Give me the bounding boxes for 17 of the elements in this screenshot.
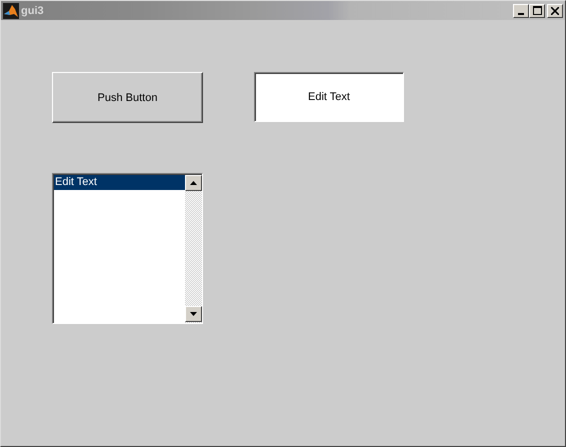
maximize-button[interactable]	[529, 4, 545, 18]
minimize-icon	[518, 12, 524, 14]
minimize-button[interactable]	[513, 4, 529, 18]
maximize-icon	[532, 6, 542, 15]
close-icon	[551, 6, 559, 14]
scroll-up-button[interactable]	[185, 175, 202, 191]
scroll-down-button[interactable]	[185, 306, 202, 322]
close-button[interactable]	[547, 4, 563, 18]
listbox[interactable]: Edit Text	[52, 173, 203, 324]
window-title: gui3	[21, 4, 45, 16]
up-arrow-icon	[190, 181, 197, 185]
list-item[interactable]: Edit Text	[54, 175, 185, 190]
edit-text-field[interactable]: Edit Text	[254, 72, 404, 122]
down-arrow-icon	[190, 312, 197, 316]
scrollbar[interactable]	[185, 175, 202, 323]
app-logo-icon	[3, 2, 19, 18]
push-button[interactable]: Push Button	[52, 72, 203, 123]
